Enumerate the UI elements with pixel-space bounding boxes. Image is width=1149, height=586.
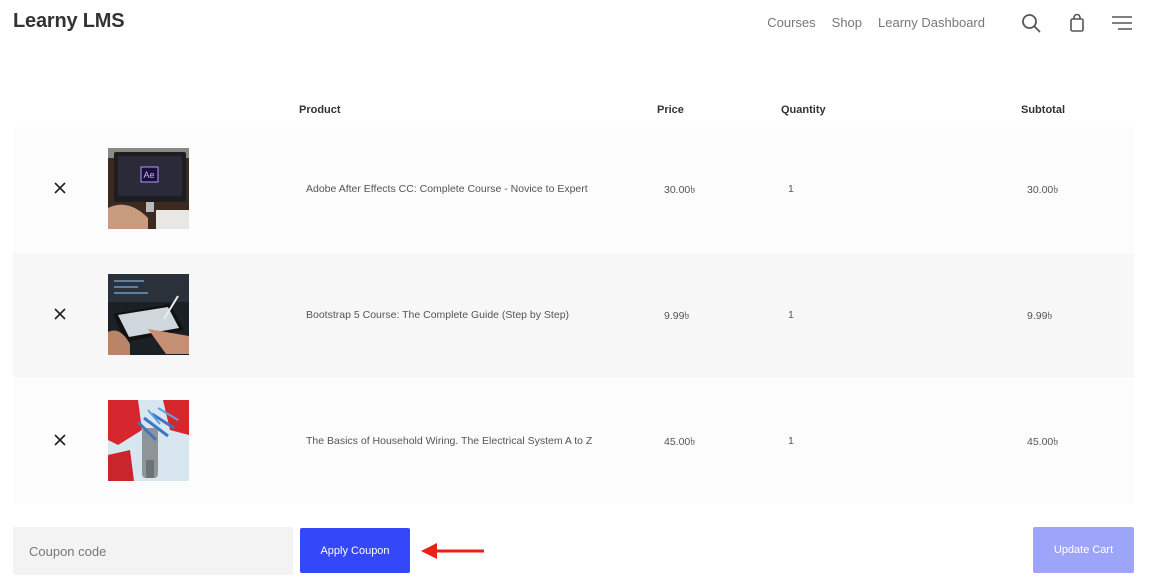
product-thumbnail[interactable]	[108, 400, 189, 481]
col-header-product: Product	[299, 104, 341, 116]
ae-badge-text: Ae	[144, 170, 155, 180]
product-thumbnail[interactable]: Ae	[108, 148, 189, 229]
search-icon[interactable]	[1020, 12, 1042, 34]
site-logo-text[interactable]: Learny LMS	[13, 10, 125, 33]
product-name[interactable]: The Basics of Household Wiring. The Elec…	[306, 435, 592, 447]
update-cart-button[interactable]: Update Cart	[1033, 527, 1134, 573]
remove-item-icon[interactable]	[53, 307, 67, 321]
remove-item-icon[interactable]	[53, 181, 67, 195]
product-subtotal: 45.00৳	[1027, 436, 1059, 448]
product-name[interactable]: Bootstrap 5 Course: The Complete Guide (…	[306, 309, 569, 321]
cart-row: Bootstrap 5 Course: The Complete Guide (…	[13, 253, 1134, 378]
remove-item-icon[interactable]	[53, 433, 67, 447]
cart-row: The Basics of Household Wiring. The Elec…	[13, 379, 1134, 504]
product-price: 45.00৳	[664, 436, 696, 448]
product-subtotal: 30.00৳	[1027, 184, 1059, 196]
product-quantity[interactable]: 1	[788, 183, 794, 195]
cart-bag-icon[interactable]	[1066, 12, 1088, 34]
col-header-price: Price	[657, 104, 684, 116]
product-name[interactable]: Adobe After Effects CC: Complete Course …	[306, 183, 588, 195]
col-header-subtotal: Subtotal	[1021, 104, 1065, 116]
product-quantity[interactable]: 1	[788, 309, 794, 321]
coupon-code-input[interactable]	[13, 527, 293, 575]
product-quantity[interactable]: 1	[788, 435, 794, 447]
nav-shop[interactable]: Shop	[832, 15, 862, 30]
apply-coupon-button[interactable]: Apply Coupon	[300, 528, 410, 573]
product-subtotal: 9.99৳	[1027, 310, 1053, 322]
menu-icon[interactable]	[1111, 12, 1133, 34]
col-header-quantity: Quantity	[781, 104, 826, 116]
cart-row: Ae Adobe After Effects CC: Complete Cour…	[13, 127, 1134, 252]
main-nav: Courses Shop Learny Dashboard	[767, 15, 985, 30]
product-price: 9.99৳	[664, 310, 690, 322]
product-price: 30.00৳	[664, 184, 696, 196]
nav-courses[interactable]: Courses	[767, 15, 815, 30]
nav-learny-dashboard[interactable]: Learny Dashboard	[878, 15, 985, 30]
annotation-arrow-icon	[420, 541, 486, 566]
product-thumbnail[interactable]	[108, 274, 189, 355]
